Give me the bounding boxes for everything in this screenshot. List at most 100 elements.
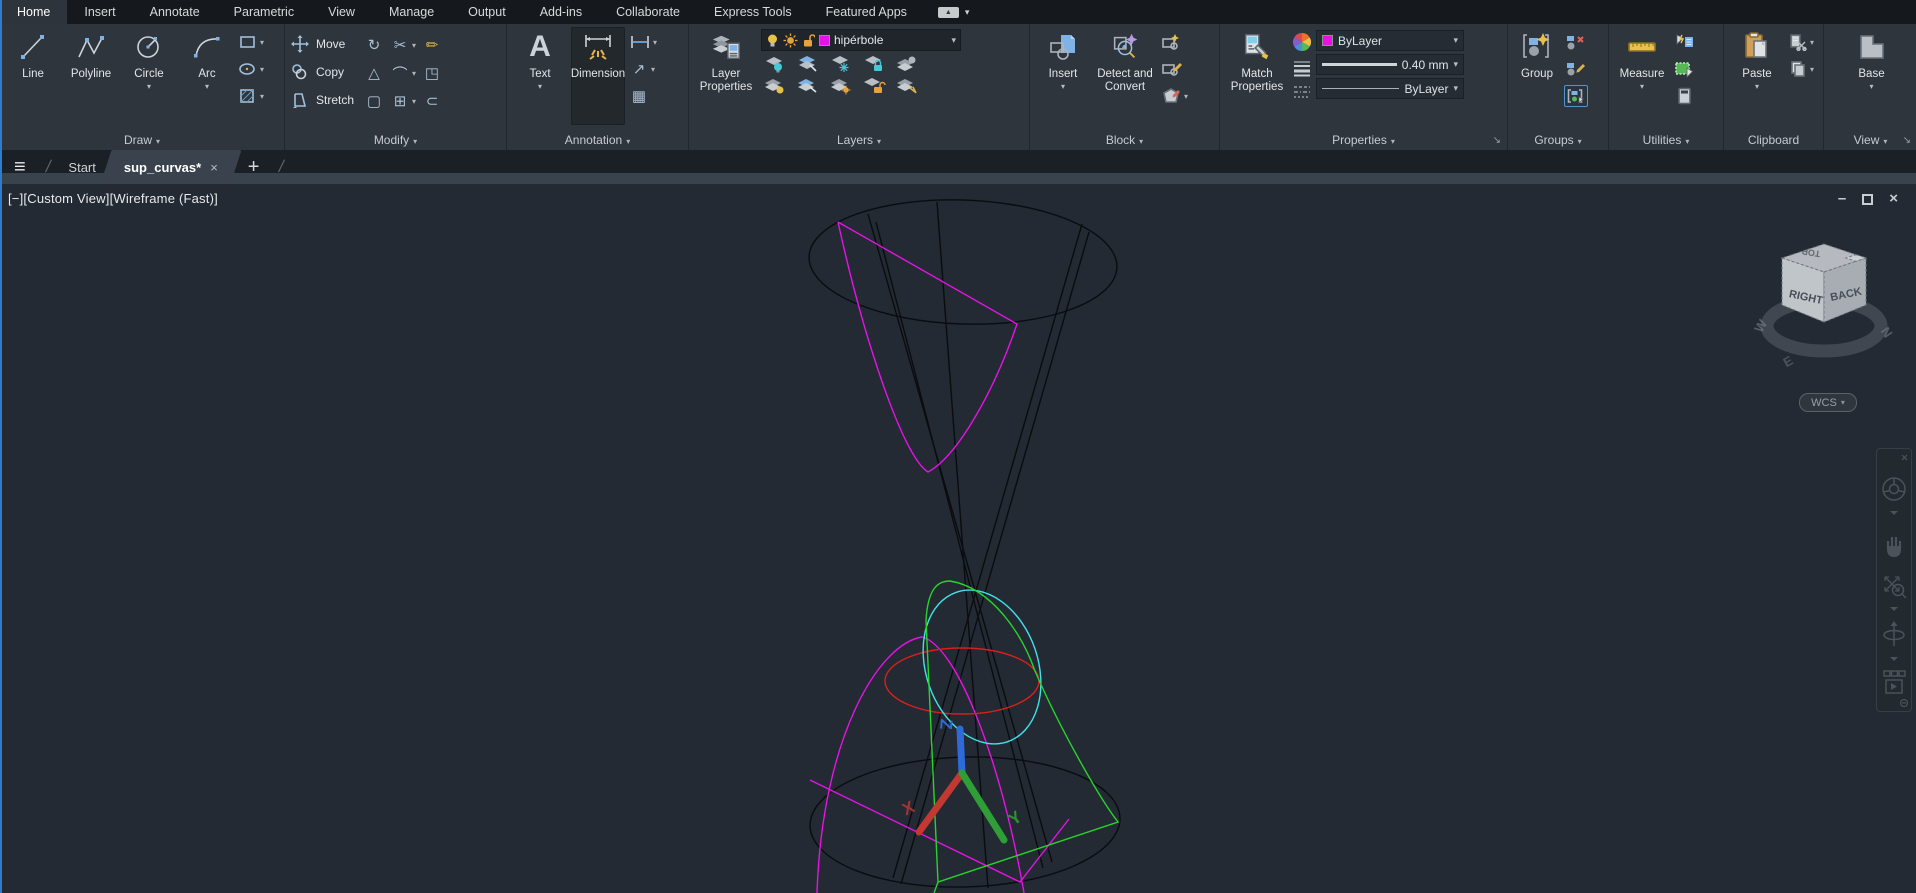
- layer-freeze-button[interactable]: [829, 55, 853, 73]
- arc-button[interactable]: Arc ▾: [180, 27, 234, 125]
- panel-label-layers[interactable]: Layers▾: [689, 133, 1029, 147]
- match-properties-button[interactable]: Match Properties: [1226, 27, 1288, 125]
- panel-label-block[interactable]: Block▾: [1030, 133, 1219, 147]
- select-similar-button[interactable]: [1673, 58, 1695, 80]
- erase-button[interactable]: ✏: [422, 36, 442, 54]
- orbit-button[interactable]: [1884, 621, 1904, 661]
- ribbon-minimize-button[interactable]: ▲: [938, 7, 959, 18]
- menu-tab-insert[interactable]: Insert: [67, 0, 132, 24]
- steering-wheel-caret-icon[interactable]: [1890, 511, 1898, 515]
- trim-button[interactable]: ✂▾: [390, 34, 422, 56]
- panel-label-properties[interactable]: Properties▾ ↘: [1220, 133, 1507, 147]
- showmotion-button[interactable]: [1884, 671, 1905, 693]
- layer-make-current-button[interactable]: [895, 55, 919, 73]
- orbit-caret-icon[interactable]: [1890, 657, 1898, 661]
- panel-label-groups[interactable]: Groups▾: [1508, 133, 1608, 147]
- cone-wireframe[interactable]: [807, 195, 1122, 891]
- cone-edge-line[interactable]: [893, 224, 1082, 878]
- explode-button[interactable]: ◳: [422, 64, 442, 82]
- text-button[interactable]: A Text ▾: [513, 27, 567, 125]
- layer-lock-button[interactable]: [862, 55, 886, 73]
- zoom-caret-icon[interactable]: [1890, 607, 1898, 611]
- layer-isolate-button[interactable]: [796, 55, 820, 73]
- circle-section[interactable]: [885, 648, 1039, 714]
- layer-off-button[interactable]: [763, 55, 787, 73]
- properties-dialog-launcher[interactable]: ↘: [1493, 135, 1501, 146]
- group-selection-toggle[interactable]: [1564, 85, 1588, 107]
- zoom-button[interactable]: [1885, 577, 1906, 611]
- menu-tab-annotate[interactable]: Annotate: [133, 0, 217, 24]
- cone-edge-line[interactable]: [901, 232, 1089, 884]
- circle-button[interactable]: Circle ▾: [122, 27, 176, 125]
- view-dialog-launcher[interactable]: ↘: [1903, 135, 1911, 146]
- drawing-canvas[interactable]: [−][Custom View][Wireframe (Fast)] – ×: [0, 184, 1916, 893]
- quick-select-button[interactable]: [1673, 31, 1695, 53]
- layer-dropdown[interactable]: hipérbole ▾: [761, 29, 961, 51]
- panel-label-utilities[interactable]: Utilities▾: [1609, 133, 1723, 147]
- group-edit-button[interactable]: [1564, 58, 1588, 80]
- move-button[interactable]: Move: [291, 33, 354, 55]
- lineweight-dropdown[interactable]: 0.40 mm ▾: [1316, 54, 1464, 75]
- cone-edge-line[interactable]: [937, 202, 988, 888]
- panel-label-clipboard[interactable]: Clipboard: [1724, 133, 1823, 147]
- scale-button[interactable]: ▢: [364, 92, 384, 110]
- paste-button[interactable]: Paste ▾: [1730, 27, 1784, 125]
- dimension-button[interactable]: Dimension: [571, 27, 625, 125]
- hyperbola-curve[interactable]: [838, 222, 1017, 472]
- group-button[interactable]: Group: [1514, 27, 1560, 125]
- tab-close-icon[interactable]: ×: [210, 160, 218, 175]
- panel-label-draw[interactable]: Draw▾: [0, 133, 284, 147]
- create-block-button[interactable]: [1160, 31, 1188, 53]
- fillet-button[interactable]: ⌒▾: [390, 62, 422, 84]
- steering-wheel-button[interactable]: [1883, 478, 1905, 515]
- linear-dimension-button[interactable]: ▾: [629, 31, 657, 53]
- color-wheel-icon[interactable]: [1292, 32, 1312, 52]
- object-color-dropdown[interactable]: ByLayer ▾: [1316, 30, 1464, 51]
- lineweight-icon[interactable]: [1292, 59, 1312, 77]
- tab-document-active[interactable]: sup_curvas* ×: [106, 150, 236, 184]
- panel-label-modify[interactable]: Modify▾: [285, 133, 506, 147]
- viewcube[interactable]: W N E TOP RIGHT BACK: [1746, 226, 1902, 416]
- base-button[interactable]: Base ▾: [1845, 27, 1899, 125]
- rectangle-button[interactable]: ▾: [238, 31, 264, 53]
- menu-tab-featured-apps[interactable]: Featured Apps: [809, 0, 924, 24]
- layer-unlock-button[interactable]: [862, 77, 886, 95]
- quick-calculator-button[interactable]: [1673, 85, 1695, 107]
- tab-start[interactable]: Start: [58, 150, 105, 184]
- menu-tab-view[interactable]: View: [311, 0, 372, 24]
- detect-and-convert-button[interactable]: Detect and Convert: [1094, 27, 1156, 125]
- hamburger-menu-icon[interactable]: ≡: [14, 156, 26, 179]
- rotate-button[interactable]: ↻: [364, 36, 384, 54]
- panel-label-annotation[interactable]: Annotation▾: [507, 133, 688, 147]
- panel-label-view[interactable]: View▾ ↘: [1824, 133, 1916, 147]
- menu-tab-home[interactable]: Home: [0, 0, 67, 24]
- wcs-dropdown[interactable]: WCS ▾: [1799, 393, 1857, 412]
- linetype-dropdown[interactable]: ByLayer ▾: [1316, 78, 1464, 99]
- layer-on-button[interactable]: [763, 77, 787, 95]
- layer-properties-button[interactable]: Layer Properties: [695, 27, 757, 125]
- layer-unisolate-button[interactable]: [796, 77, 820, 95]
- table-button[interactable]: ▦: [629, 85, 657, 107]
- array-button[interactable]: ⊞▾: [390, 90, 422, 112]
- ellipse-button[interactable]: ▾: [238, 58, 264, 80]
- insert-block-button[interactable]: Insert ▾: [1036, 27, 1090, 125]
- compass-east-label[interactable]: E: [1781, 353, 1796, 370]
- mirror-button[interactable]: △: [364, 64, 384, 82]
- offset-button[interactable]: ⊂: [422, 92, 442, 110]
- polyline-button[interactable]: Polyline: [64, 27, 118, 125]
- menu-tab-addins[interactable]: Add-ins: [523, 0, 599, 24]
- menu-tab-parametric[interactable]: Parametric: [217, 0, 311, 24]
- menu-tab-manage[interactable]: Manage: [372, 0, 451, 24]
- edit-block-button[interactable]: [1160, 58, 1188, 80]
- new-tab-button[interactable]: +: [248, 156, 260, 179]
- measure-button[interactable]: Measure ▾: [1615, 27, 1669, 125]
- parabola-section[interactable]: [926, 581, 1118, 893]
- ribbon-minimize-caret-icon[interactable]: ▾: [965, 7, 970, 18]
- navbar-close-icon[interactable]: [1902, 455, 1907, 460]
- copy-button[interactable]: Copy: [291, 61, 354, 83]
- cone-top-ellipse[interactable]: [807, 195, 1119, 330]
- ungroup-button[interactable]: [1564, 31, 1588, 53]
- block-attributes-button[interactable]: ▾: [1160, 85, 1188, 107]
- linetype-icon[interactable]: [1292, 84, 1312, 100]
- cut-clip-button[interactable]: ▾: [1788, 31, 1814, 53]
